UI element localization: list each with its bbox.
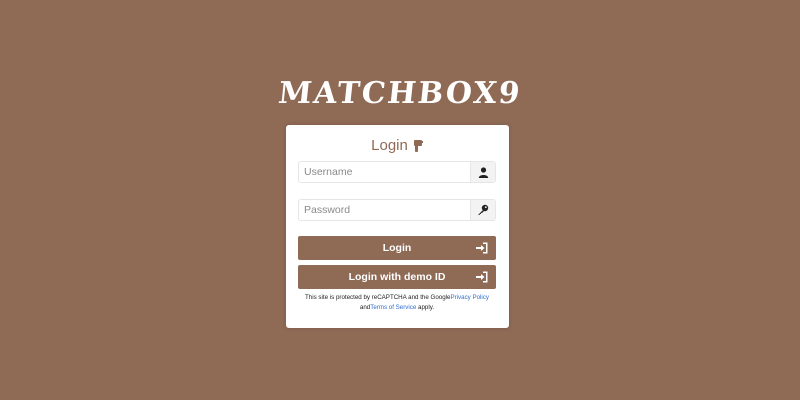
demo-login-button-label: Login with demo ID — [348, 271, 446, 283]
key-icon — [470, 200, 495, 220]
login-title-text: Login — [371, 137, 408, 154]
recaptcha-suffix: apply. — [416, 304, 435, 311]
recaptcha-notice: This site is protected by reCAPTCHA and … — [298, 293, 496, 313]
login-card: Login Login — [286, 125, 509, 328]
privacy-policy-link[interactable]: Privacy Policy — [450, 294, 489, 301]
brand-logo: MATCHBOX9 — [276, 76, 524, 111]
password-input[interactable] — [299, 200, 470, 220]
terms-of-service-link[interactable]: Terms of Service — [370, 304, 416, 311]
login-title: Login — [286, 137, 509, 154]
login-button[interactable]: Login — [298, 236, 496, 260]
recaptcha-prefix: This site is protected by reCAPTCHA and … — [305, 294, 451, 301]
user-icon — [470, 162, 495, 182]
login-button-label: Login — [382, 242, 412, 254]
sign-in-icon — [476, 271, 488, 286]
password-group — [298, 199, 496, 221]
recaptcha-middle: and — [359, 304, 371, 311]
username-group — [298, 161, 496, 183]
username-input[interactable] — [299, 162, 470, 182]
hand-pointing-icon — [412, 139, 424, 153]
demo-login-button[interactable]: Login with demo ID — [298, 265, 496, 289]
sign-in-icon — [476, 242, 488, 257]
